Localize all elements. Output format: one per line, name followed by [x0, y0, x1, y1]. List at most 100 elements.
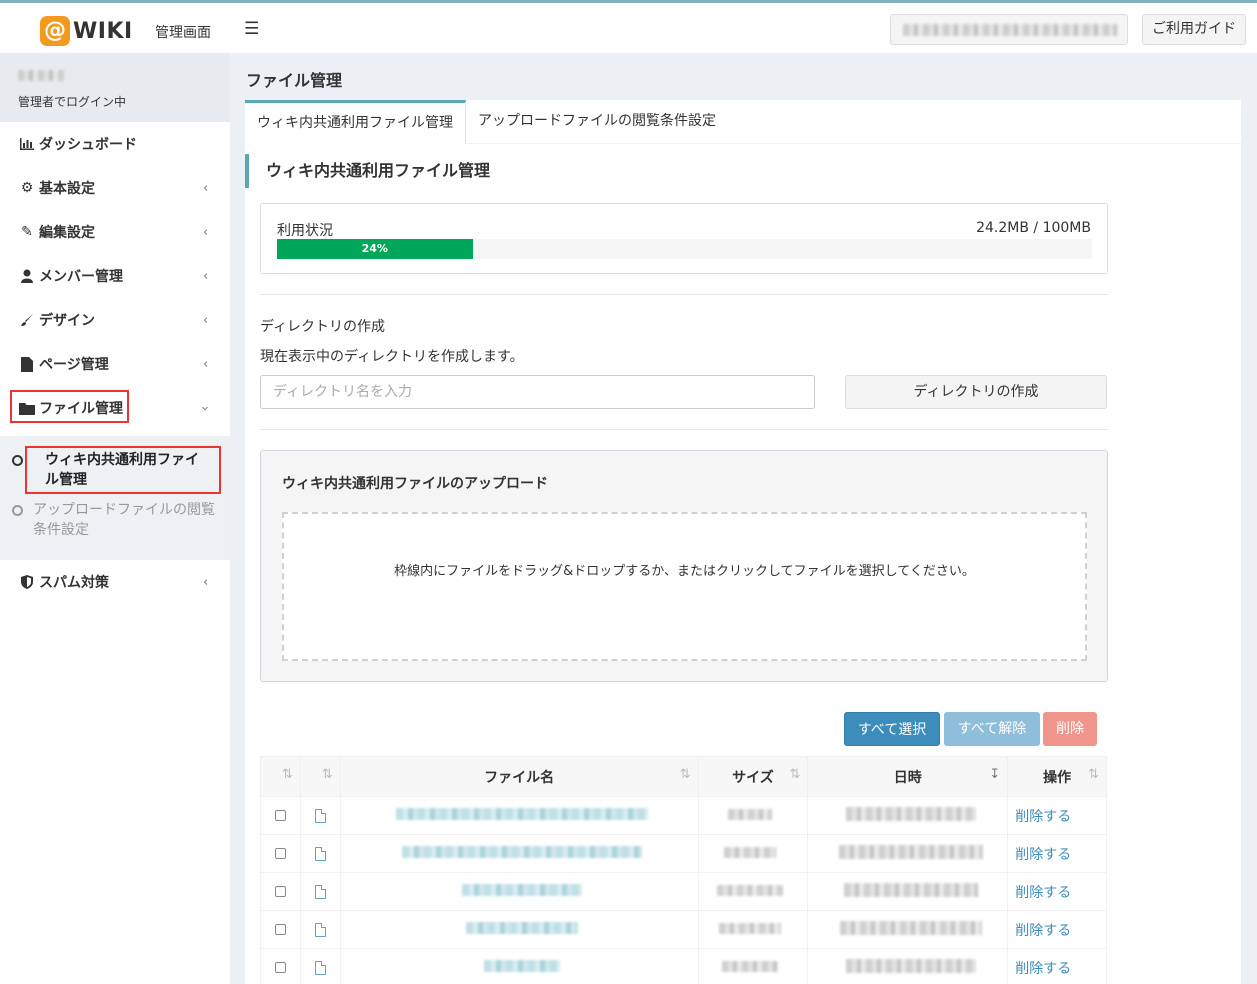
usage-label: 利用状況 — [277, 223, 333, 239]
row-filename-cell[interactable] — [339, 796, 699, 835]
filename-redacted[interactable] — [466, 921, 579, 934]
file-dropzone[interactable]: 枠線内にファイルをドラッグ&ドロップするか、またはクリックしてファイルを選択して… — [282, 512, 1087, 661]
filename-redacted[interactable] — [484, 959, 561, 972]
column-header-type[interactable]: ⇅ — [299, 756, 341, 797]
tab-view-conditions[interactable]: アップロードファイルの閲覧条件設定 — [466, 100, 728, 144]
row-checkbox-cell — [260, 948, 301, 984]
circle-icon — [12, 455, 23, 466]
divider — [260, 429, 1108, 430]
select-all-button[interactable]: すべて選択 — [844, 712, 940, 746]
row-filename-cell[interactable] — [339, 872, 699, 911]
column-header-size[interactable]: サイズ ⇅ — [697, 756, 809, 797]
sort-icon[interactable]: ⇅ — [322, 767, 333, 782]
row-checkbox-cell — [260, 834, 301, 873]
row-checkbox[interactable] — [274, 962, 286, 973]
sidebar-item-label: 基本設定 — [39, 181, 95, 197]
row-date-cell — [807, 796, 1009, 835]
column-header-checkbox[interactable]: ⇅ — [260, 756, 301, 797]
section-title: ウィキ内共通利用ファイル管理 — [245, 154, 545, 188]
size-redacted — [721, 960, 778, 972]
brush-icon — [18, 313, 36, 327]
row-delete-link[interactable]: 削除する — [1007, 948, 1107, 984]
filename-redacted[interactable] — [462, 883, 583, 896]
table-row: 削除する — [260, 834, 1107, 873]
row-type-cell — [299, 796, 341, 835]
row-checkbox-cell — [260, 796, 301, 835]
sidebar-item-label: メンバー管理 — [39, 269, 123, 285]
sidebar-item-design[interactable]: デザイン ‹ — [0, 298, 230, 342]
chevron-left-icon: ‹ — [203, 356, 209, 372]
hamburger-icon[interactable]: ☰ — [244, 19, 259, 39]
row-delete-link[interactable]: 削除する — [1007, 910, 1107, 949]
column-header-date[interactable]: 日時 ↧ — [807, 756, 1009, 797]
column-header-filename[interactable]: ファイル名 ⇅ — [339, 756, 699, 797]
sidebar-item-pages[interactable]: ページ管理 ‹ — [0, 342, 230, 386]
directory-description: 現在表示中のディレクトリを作成します。 — [260, 349, 524, 365]
chevron-left-icon: ‹ — [203, 574, 209, 590]
sidebar-item-spam[interactable]: スパム対策 ‹ — [0, 560, 230, 604]
date-redacted — [845, 806, 976, 821]
sort-icon[interactable]: ⇅ — [282, 767, 293, 782]
row-delete-link[interactable]: 削除する — [1007, 872, 1107, 911]
delete-button[interactable]: 削除 — [1043, 712, 1097, 746]
admin-label: 管理画面 — [155, 25, 211, 41]
row-checkbox-cell — [260, 872, 301, 911]
row-checkbox[interactable] — [274, 886, 286, 897]
usage-amount: 24.2MB / 100MB — [976, 220, 1091, 236]
row-date-cell — [807, 872, 1009, 911]
column-header-actions[interactable]: 操作 ⇅ — [1007, 756, 1107, 797]
sort-icon[interactable]: ⇅ — [680, 767, 691, 782]
table-row: 削除する — [260, 910, 1107, 949]
sidebar-item-dashboard[interactable]: ダッシュボード — [0, 122, 230, 166]
row-delete-link[interactable]: 削除する — [1007, 834, 1107, 873]
row-filename-cell[interactable] — [339, 910, 699, 949]
row-size-cell — [697, 796, 809, 835]
create-directory-button[interactable]: ディレクトリの作成 — [845, 375, 1107, 409]
row-delete-link[interactable]: 削除する — [1007, 796, 1107, 835]
date-redacted — [838, 844, 983, 859]
sidebar: 管理者でログイン中 ダッシュボード ⚙ 基本設定 ‹ ✎ 編集設定 ‹ メンバー… — [0, 53, 230, 984]
table-header-row: ⇅ ⇅ ファイル名 ⇅ サイズ ⇅ 日時 ↧ 操作 ⇅ — [260, 756, 1107, 797]
account-button[interactable] — [890, 14, 1128, 45]
file-icon — [314, 922, 326, 937]
highlight-box-files — [10, 390, 129, 423]
guide-button[interactable]: ご利用ガイド — [1142, 14, 1246, 45]
row-size-cell — [697, 910, 809, 949]
bar-chart-icon — [18, 138, 36, 150]
account-name-redacted — [903, 24, 1117, 36]
divider — [260, 294, 1108, 295]
unselect-all-button[interactable]: すべて解除 — [944, 712, 1040, 746]
row-type-cell — [299, 910, 341, 949]
file-icon — [18, 356, 36, 372]
subnav-item-view-conditions[interactable]: アップロードファイルの閲覧条件設定 — [12, 500, 220, 540]
sort-icon[interactable]: ⇅ — [1088, 767, 1099, 782]
table-row: 削除する — [260, 872, 1107, 911]
sort-icon[interactable]: ⇅ — [789, 767, 800, 782]
tab-common-files[interactable]: ウィキ内共通利用ファイル管理 — [245, 100, 466, 144]
row-checkbox[interactable] — [274, 924, 286, 935]
sort-desc-icon[interactable]: ↧ — [989, 767, 1000, 782]
directory-name-input[interactable] — [260, 375, 815, 409]
file-icon — [314, 808, 326, 823]
wiki-logo[interactable]: @ WIKI — [40, 16, 133, 46]
size-redacted — [727, 808, 772, 820]
row-filename-cell[interactable] — [339, 834, 699, 873]
highlight-box-common-files — [25, 446, 221, 494]
filename-redacted[interactable] — [402, 845, 643, 858]
sidebar-item-label: ページ管理 — [39, 357, 109, 373]
file-icon — [314, 884, 326, 899]
row-type-cell — [299, 872, 341, 911]
row-size-cell — [697, 872, 809, 911]
row-filename-cell[interactable] — [339, 948, 699, 984]
sidebar-item-edit-settings[interactable]: ✎ 編集設定 ‹ — [0, 210, 230, 254]
row-checkbox[interactable] — [274, 810, 286, 821]
login-status: 管理者でログイン中 — [18, 95, 127, 109]
size-redacted — [718, 922, 781, 934]
sidebar-item-basic-settings[interactable]: ⚙ 基本設定 ‹ — [0, 166, 230, 210]
sidebar-item-members[interactable]: メンバー管理 ‹ — [0, 254, 230, 298]
pencil-icon: ✎ — [21, 224, 33, 240]
row-checkbox[interactable] — [274, 848, 286, 859]
logo-text: WIKI — [73, 18, 133, 44]
circle-icon — [12, 505, 23, 516]
filename-redacted[interactable] — [396, 807, 649, 820]
